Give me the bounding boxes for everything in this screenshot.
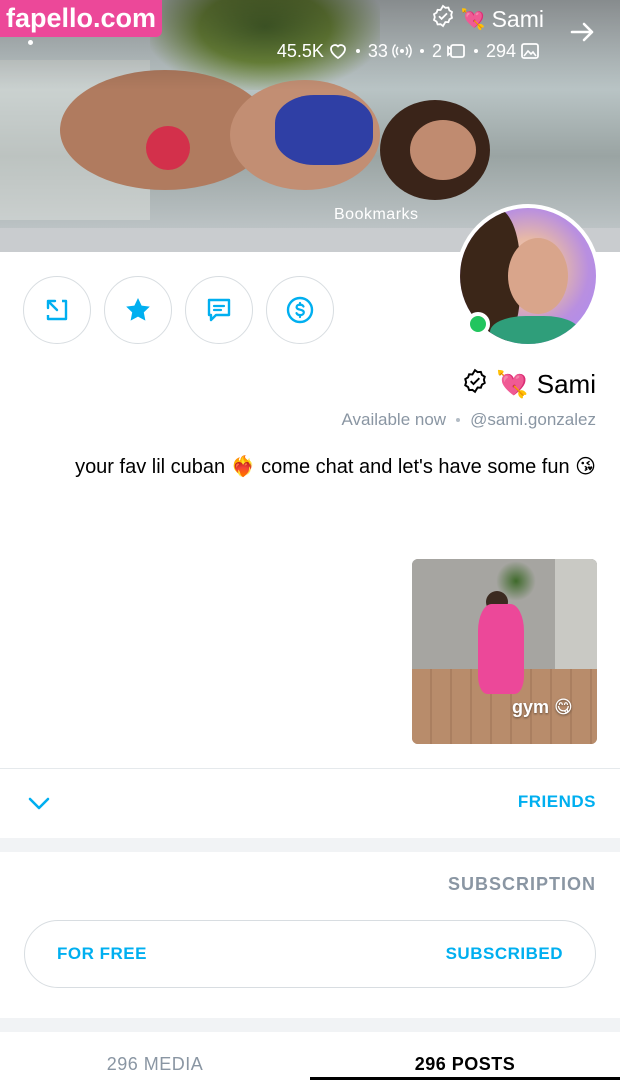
cover-figure-face: [410, 120, 476, 180]
content-tabs: 296 POSTS 296 MEDIA: [0, 1032, 620, 1080]
tab-posts[interactable]: 296 POSTS: [310, 1032, 620, 1080]
subscribe-status: SUBSCRIBED: [445, 944, 563, 963]
stat-streams: 33: [368, 41, 412, 62]
stats-row: 294 2 33 45.5K: [277, 38, 540, 64]
avatar-top: [490, 316, 580, 344]
highlight-figure: [478, 604, 524, 694]
divider: [0, 768, 620, 769]
back-arrow-icon[interactable]: [566, 16, 598, 48]
video-icon: [447, 44, 465, 58]
heart-arrow-emoji: 💘: [460, 8, 486, 31]
section-gap: [0, 1018, 620, 1032]
bookmarks-label[interactable]: Bookmarks: [334, 206, 419, 224]
share-button[interactable]: [23, 276, 91, 344]
stat-images: 294: [486, 41, 540, 62]
stat-likes-value: 45.5K: [276, 40, 324, 61]
friends-section[interactable]: FRIENDS: [0, 770, 620, 836]
chevron-down-icon[interactable]: [26, 792, 52, 814]
cover-name-row: Sami 💘: [431, 4, 544, 34]
avatar-face: [508, 238, 568, 314]
chat-icon: [207, 298, 231, 322]
highlight-label: gym 😋: [512, 697, 573, 717]
highlight-door: [555, 559, 597, 671]
separator-dot: [355, 49, 360, 53]
verified-icon: [431, 4, 455, 34]
stream-icon: [392, 43, 412, 59]
stat-likes: 45.5K: [277, 41, 348, 62]
stat-streams-value: 33: [367, 40, 388, 61]
dot-icon: [28, 40, 33, 45]
section-gap: [0, 838, 620, 852]
username-row: @sami.gonzalez Available now: [341, 410, 596, 430]
profile-name: Sami: [536, 368, 596, 399]
verified-icon: [462, 368, 488, 401]
profile-name-row: Sami 💘: [462, 366, 596, 402]
cover-figure-top: [275, 95, 373, 165]
subscription-title: SUBSCRIPTION: [447, 874, 596, 894]
friends-label: FRIENDS: [517, 792, 596, 811]
separator-dot: [473, 49, 478, 53]
online-status-icon: [466, 312, 490, 336]
stat-videos: 2: [432, 41, 466, 62]
message-button[interactable]: [185, 276, 253, 344]
cover-figure-bottom: [146, 126, 190, 170]
availability-status: Available now: [341, 410, 447, 429]
heart-icon: [330, 44, 346, 60]
story-highlight[interactable]: gym 😋: [412, 559, 597, 744]
username[interactable]: @sami.gonzalez: [470, 410, 596, 430]
star-icon: [126, 298, 150, 321]
favorite-button[interactable]: [104, 276, 172, 344]
tip-button[interactable]: [266, 276, 334, 344]
dollar-icon: [286, 296, 314, 324]
separator-dot: [419, 49, 424, 53]
subscribe-button[interactable]: FOR FREE SUBSCRIBED: [24, 920, 596, 988]
share-icon: [46, 299, 68, 321]
brand-watermark[interactable]: fapello.com: [0, 0, 163, 37]
stat-videos-value: 2: [431, 40, 442, 61]
cover-name: Sami: [491, 5, 544, 32]
heart-arrow-emoji: 💘: [496, 368, 529, 399]
stat-images-value: 294: [485, 40, 516, 61]
subscribe-price: FOR FREE: [57, 944, 147, 963]
image-icon: [521, 43, 539, 59]
profile-bio: your fav lil cuban ❤️‍🔥 come chat and le…: [75, 456, 596, 478]
tab-media[interactable]: 296 MEDIA: [0, 1032, 310, 1080]
separator-dot: [456, 418, 461, 422]
